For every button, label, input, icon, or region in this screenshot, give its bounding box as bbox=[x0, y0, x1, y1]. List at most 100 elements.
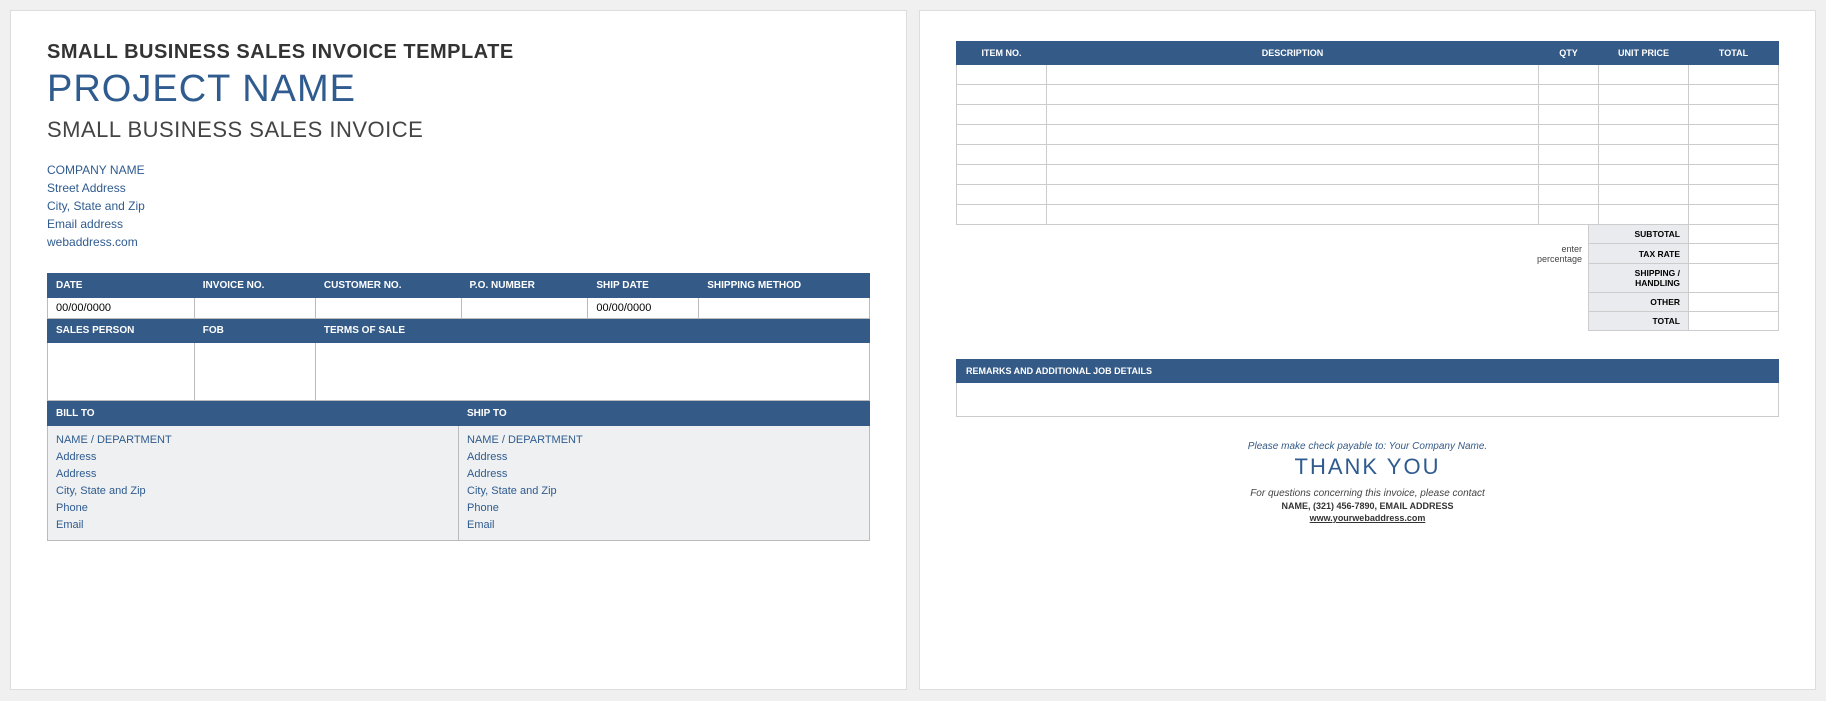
ship-to-cell[interactable]: NAME / DEPARTMENT Address Address City, … bbox=[459, 426, 870, 541]
items-h-item: ITEM NO. bbox=[957, 42, 1047, 65]
bill-to-cell[interactable]: NAME / DEPARTMENT Address Address City, … bbox=[48, 426, 459, 541]
invoice-page-2: ITEM NO. DESCRIPTION QTY UNIT PRICE TOTA… bbox=[919, 10, 1816, 690]
sum-shipping-val[interactable] bbox=[1689, 264, 1779, 293]
sum-total-val[interactable] bbox=[1689, 312, 1779, 331]
item-cell[interactable] bbox=[957, 105, 1047, 125]
item-cell[interactable] bbox=[1689, 185, 1779, 205]
item-row bbox=[957, 165, 1779, 185]
meta-v-customer[interactable] bbox=[315, 298, 461, 319]
item-cell[interactable] bbox=[957, 185, 1047, 205]
item-cell[interactable] bbox=[1539, 65, 1599, 85]
item-cell[interactable] bbox=[1599, 65, 1689, 85]
sum-tax-val[interactable] bbox=[1689, 244, 1779, 264]
item-cell[interactable] bbox=[1539, 125, 1599, 145]
ship-name: NAME / DEPARTMENT bbox=[467, 432, 861, 449]
item-cell[interactable] bbox=[957, 125, 1047, 145]
items-table: ITEM NO. DESCRIPTION QTY UNIT PRICE TOTA… bbox=[956, 41, 1779, 225]
item-cell[interactable] bbox=[1599, 145, 1689, 165]
sum-other-val[interactable] bbox=[1689, 293, 1779, 312]
item-cell[interactable] bbox=[1539, 145, 1599, 165]
meta-v-shipdate[interactable]: 00/00/0000 bbox=[588, 298, 699, 319]
item-cell[interactable] bbox=[1539, 105, 1599, 125]
item-cell[interactable] bbox=[1047, 65, 1539, 85]
items-h-total: TOTAL bbox=[1689, 42, 1779, 65]
item-cell[interactable] bbox=[1599, 125, 1689, 145]
remarks-body[interactable] bbox=[956, 383, 1779, 417]
company-info: COMPANY NAME Street Address City, State … bbox=[47, 161, 870, 251]
remarks-header: REMARKS AND ADDITIONAL JOB DETAILS bbox=[956, 359, 1779, 383]
item-cell[interactable] bbox=[957, 165, 1047, 185]
ship-email: Email bbox=[467, 517, 861, 534]
footer-questions: For questions concerning this invoice, p… bbox=[956, 488, 1779, 499]
sum-shipping-label: SHIPPING / HANDLING bbox=[1589, 264, 1689, 293]
item-cell[interactable] bbox=[1539, 165, 1599, 185]
meta-h-fob: FOB bbox=[194, 319, 315, 343]
item-cell[interactable] bbox=[1539, 205, 1599, 225]
bill-to-header: BILL TO bbox=[48, 402, 459, 426]
meta-v-invoice[interactable] bbox=[194, 298, 315, 319]
item-cell[interactable] bbox=[1689, 65, 1779, 85]
item-cell[interactable] bbox=[1047, 85, 1539, 105]
item-cell[interactable] bbox=[957, 85, 1047, 105]
sum-subtotal-label: SUBTOTAL bbox=[1589, 225, 1689, 244]
meta-v-po[interactable] bbox=[461, 298, 588, 319]
item-cell[interactable] bbox=[1047, 145, 1539, 165]
item-row bbox=[957, 125, 1779, 145]
item-cell[interactable] bbox=[1599, 165, 1689, 185]
item-cell[interactable] bbox=[1539, 85, 1599, 105]
item-row bbox=[957, 205, 1779, 225]
footer-web[interactable]: www.yourwebaddress.com bbox=[956, 513, 1779, 523]
item-cell[interactable] bbox=[1599, 85, 1689, 105]
item-cell[interactable] bbox=[1047, 125, 1539, 145]
company-city: City, State and Zip bbox=[47, 197, 870, 215]
item-cell[interactable] bbox=[1047, 205, 1539, 225]
item-cell[interactable] bbox=[957, 65, 1047, 85]
company-name: COMPANY NAME bbox=[47, 161, 870, 179]
ship-addr2: Address bbox=[467, 466, 861, 483]
item-cell[interactable] bbox=[1689, 205, 1779, 225]
item-row bbox=[957, 185, 1779, 205]
invoice-page-1: SMALL BUSINESS SALES INVOICE TEMPLATE PR… bbox=[10, 10, 907, 690]
item-cell[interactable] bbox=[957, 205, 1047, 225]
item-row bbox=[957, 105, 1779, 125]
summary-table: SUBTOTAL enter percentage TAX RATE SHIPP… bbox=[1499, 224, 1780, 331]
sum-subtotal-val[interactable] bbox=[1689, 225, 1779, 244]
item-cell[interactable] bbox=[1689, 145, 1779, 165]
footer-payable: Please make check payable to: Your Compa… bbox=[956, 441, 1779, 452]
bill-addr2: Address bbox=[56, 466, 450, 483]
item-row bbox=[957, 145, 1779, 165]
template-title: SMALL BUSINESS SALES INVOICE TEMPLATE bbox=[47, 41, 870, 64]
bill-name: NAME / DEPARTMENT bbox=[56, 432, 450, 449]
meta-h-shipmethod: SHIPPING METHOD bbox=[699, 274, 870, 298]
invoice-footer: Please make check payable to: Your Compa… bbox=[956, 441, 1779, 523]
meta-table: DATE INVOICE NO. CUSTOMER NO. P.O. NUMBE… bbox=[47, 273, 870, 401]
item-cell[interactable] bbox=[1689, 85, 1779, 105]
meta-v-fob[interactable] bbox=[194, 343, 315, 401]
meta-v-date[interactable]: 00/00/0000 bbox=[48, 298, 195, 319]
item-cell[interactable] bbox=[1539, 185, 1599, 205]
footer-contact: NAME, (321) 456-7890, EMAIL ADDRESS bbox=[956, 501, 1779, 511]
meta-v-terms[interactable] bbox=[315, 343, 869, 401]
sum-tax-label: TAX RATE bbox=[1589, 244, 1689, 264]
meta-h-date: DATE bbox=[48, 274, 195, 298]
ship-to-header: SHIP TO bbox=[459, 402, 870, 426]
item-cell[interactable] bbox=[1047, 165, 1539, 185]
meta-h-shipdate: SHIP DATE bbox=[588, 274, 699, 298]
item-cell[interactable] bbox=[957, 145, 1047, 165]
meta-v-shipmethod[interactable] bbox=[699, 298, 870, 319]
item-cell[interactable] bbox=[1599, 205, 1689, 225]
item-cell[interactable] bbox=[1689, 125, 1779, 145]
item-cell[interactable] bbox=[1047, 185, 1539, 205]
footer-thankyou: THANK YOU bbox=[956, 454, 1779, 480]
meta-h-po: P.O. NUMBER bbox=[461, 274, 588, 298]
address-table: BILL TO SHIP TO NAME / DEPARTMENT Addres… bbox=[47, 401, 870, 541]
bill-city: City, State and Zip bbox=[56, 483, 450, 500]
item-cell[interactable] bbox=[1689, 105, 1779, 125]
invoice-subtitle: SMALL BUSINESS SALES INVOICE bbox=[47, 117, 870, 143]
item-cell[interactable] bbox=[1047, 105, 1539, 125]
item-cell[interactable] bbox=[1599, 105, 1689, 125]
ship-city: City, State and Zip bbox=[467, 483, 861, 500]
item-cell[interactable] bbox=[1689, 165, 1779, 185]
item-cell[interactable] bbox=[1599, 185, 1689, 205]
meta-v-sales[interactable] bbox=[48, 343, 195, 401]
